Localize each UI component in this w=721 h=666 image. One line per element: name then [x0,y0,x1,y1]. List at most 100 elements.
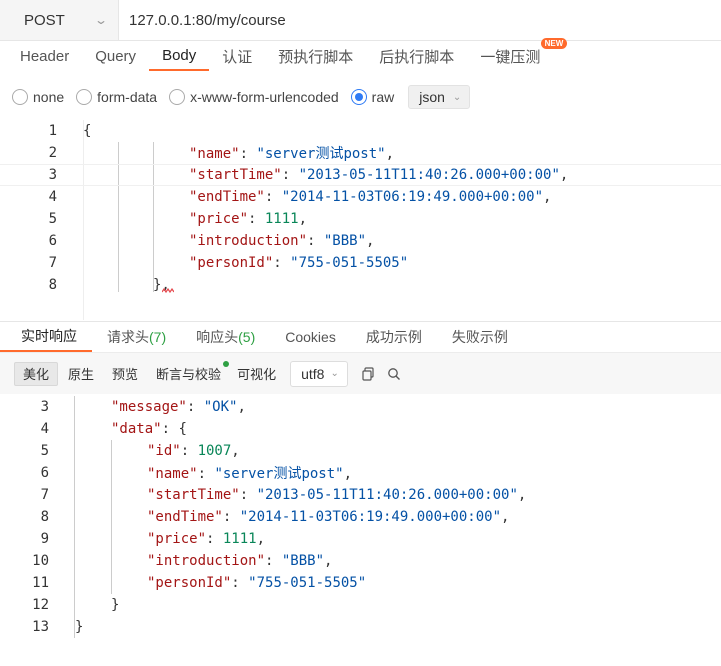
json-value: "OK" [203,399,238,415]
code-line: 10 "introduction": "BBB", [0,550,721,572]
tab-response-headers[interactable]: 响应头 (5) [181,322,270,352]
line-number: 4 [40,421,49,437]
chevron-down-icon: ⌄ [452,91,462,103]
tab-pre-script[interactable]: 预执行脚本 [265,41,366,71]
response-tabs: 实时响应 请求头 (7) 响应头 (5) Cookies 成功示例 失败示例 [0,321,721,352]
format-select[interactable]: json ⌄ [408,85,471,109]
view-visualize-button[interactable]: 可视化 [229,362,284,386]
code-line: 11 "personId": "755-051-5505" [0,572,721,594]
view-raw-button[interactable]: 原生 [60,362,102,386]
radio-form-data[interactable]: form-data [76,89,157,105]
json-value: "BBB" [281,553,325,569]
json-pair: "startTime": "2013-05-11T11:40:26.000+00… [189,167,569,183]
tab-count: (5) [238,329,256,345]
code-line: 12 } [0,594,721,616]
code-line-current: 3 "startTime": "2013-05-11T11:40:26.000+… [0,164,721,186]
tab-header[interactable]: Header [0,41,82,71]
line-number: 6 [40,465,49,481]
json-brace: { [178,421,187,437]
tab-label: 请求头 [107,329,149,345]
tab-success-example[interactable]: 成功示例 [351,322,437,352]
json-pair: "name": "server测试post", [189,146,395,162]
squiggle-error-icon [162,288,174,294]
line-number: 11 [32,575,49,591]
json-key: "endTime" [189,189,265,205]
view-pretty-button[interactable]: 美化 [14,361,59,386]
json-value: "755-051-5505" [248,575,367,591]
line-number: 8 [40,509,49,525]
json-pair: "endTime": "2014-11-03T06:19:49.000+00:0… [189,189,552,205]
encoding-label: utf8 [301,365,325,382]
view-preview-button[interactable]: 预览 [104,362,146,386]
tab-request-headers[interactable]: 请求头 (7) [92,322,181,352]
line-number: 3 [40,399,49,415]
tab-live-response[interactable]: 实时响应 [0,322,92,352]
tab-body[interactable]: Body [149,41,210,71]
copy-icon[interactable] [356,362,380,386]
response-toolbar: 美化 原生 预览 断言与校验 可视化 utf8 ⌄ [0,352,721,394]
url-input[interactable]: 127.0.0.1:80/my/course [119,0,721,40]
view-assertions-button[interactable]: 断言与校验 [148,360,230,386]
code-line: 7 "personId": "755-051-5505" [0,252,721,274]
tab-load-test-label: 一键压测 [480,48,541,66]
search-icon[interactable] [382,362,406,386]
line-number: 3 [48,167,57,183]
json-brace: } [111,597,120,613]
json-key: "introduction" [189,233,308,249]
json-pair: "introduction": "BBB", [147,553,333,569]
json-key: "id" [147,443,181,459]
json-key: "price" [189,211,249,227]
radio-circle-icon [169,89,186,105]
radio-raw[interactable]: raw [350,89,394,105]
line-number: 7 [48,255,57,271]
line-number: 13 [32,619,49,635]
line-number: 12 [32,597,49,613]
encoding-select[interactable]: utf8 ⌄ [290,360,348,387]
code-line: 2 "name": "server测试post", [0,142,721,164]
json-value: "2013-05-11T11:40:26.000+00:00" [298,167,560,183]
line-number: 5 [48,211,57,227]
tab-auth[interactable]: 认证 [209,41,265,71]
json-key: "personId" [147,575,232,591]
tab-post-script[interactable]: 后执行脚本 [366,41,467,71]
code-line: 1 { [0,120,721,142]
json-pair: "data": { [111,421,187,437]
json-value: "755-051-5505" [290,255,409,271]
json-key: "price" [147,531,207,547]
json-trail: , [298,211,308,227]
json-pair: "personId": "755-051-5505" [189,255,409,271]
tab-failure-example[interactable]: 失败示例 [437,322,523,352]
code-line: 6 "name": "server测试post", [0,462,721,484]
code-line: 8 "endTime": "2014-11-03T06:19:49.000+00… [0,506,721,528]
line-number: 8 [48,277,57,293]
json-value: "BBB" [323,233,367,249]
json-key: "data" [111,421,162,437]
json-value: "2014-11-03T06:19:49.000+00:00" [281,189,544,205]
tab-load-test[interactable]: 一键压测 NEW [467,38,568,71]
json-trail: , [501,509,510,525]
request-body-editor[interactable]: 1 { 2 "name": "server测试post", 3 "startTi… [0,120,721,320]
tab-cookies[interactable]: Cookies [270,322,351,352]
radio-label: none [33,89,65,105]
json-key: "message" [111,399,187,415]
json-trail: , [366,233,375,249]
tab-count: (7) [149,329,167,345]
method-select[interactable]: POST ⌄ [0,0,119,40]
code-line: 5 "id": 1007, [0,440,721,462]
json-value: "server测试post" [256,146,386,162]
code-line: 4 "endTime": "2014-11-03T06:19:49.000+00… [0,186,721,208]
chevron-down-icon: ⌄ [93,13,109,27]
tab-query[interactable]: Query [82,41,149,71]
json-trail: , [385,146,395,162]
radio-urlencoded[interactable]: x-www-form-urlencoded [169,89,339,105]
code-line: 8 }, [0,274,721,296]
chevron-down-icon: ⌄ [330,368,339,379]
response-body-viewer[interactable]: 3 "message": "OK", 4 "data": { 5 "id": 1… [0,396,721,646]
line-number: 2 [48,145,57,161]
format-label: json [419,89,445,105]
json-trail: , [559,167,569,183]
radio-checked-icon [350,89,367,105]
radio-none[interactable]: none [12,89,64,105]
json-key: "startTime" [147,487,240,503]
json-value: 1111 [222,531,257,547]
